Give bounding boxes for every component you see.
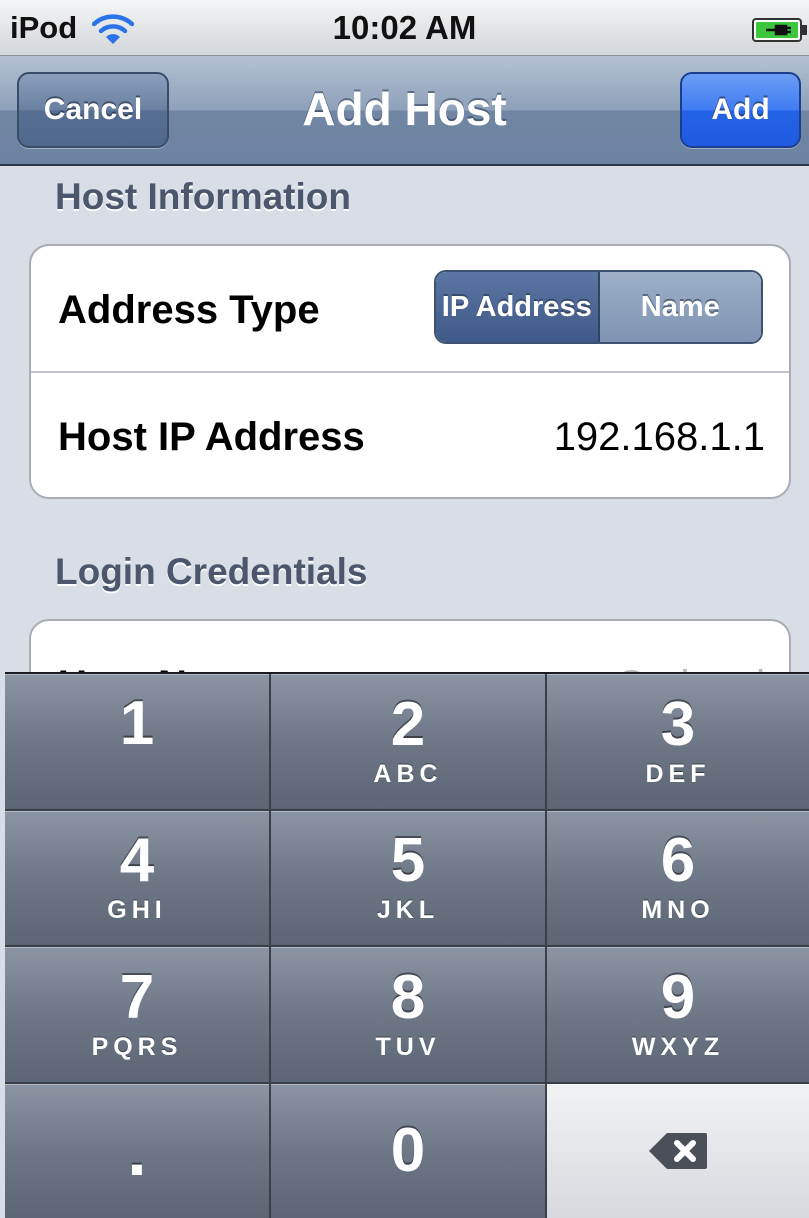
key-letters: TUV — [375, 1032, 441, 1061]
section-header-host-information: Host Information — [55, 176, 351, 217]
status-clock: 10:02 AM — [332, 9, 477, 46]
section-header-login-credentials: Login Credentials — [55, 551, 368, 592]
key-digit: 3 — [660, 689, 696, 759]
host-information-group: Address Type IP Address Name Host IP Add… — [29, 244, 791, 499]
delete-key[interactable] — [547, 1083, 809, 1218]
key-digit: . — [127, 1111, 147, 1190]
backspace-icon — [649, 1132, 707, 1169]
key-digit: 0 — [390, 1115, 426, 1185]
address-type-label: Address Type — [58, 288, 320, 332]
key-digit: 2 — [390, 689, 426, 759]
key-letters: WXYZ — [631, 1032, 725, 1061]
key-9[interactable]: 9 WXYZ — [547, 947, 809, 1084]
key-2[interactable]: 2 ABC — [271, 674, 547, 811]
key-letters: PQRS — [91, 1032, 183, 1061]
key-digit: 1 — [119, 689, 155, 759]
key-4[interactable]: 4 GHI — [5, 810, 271, 947]
key-3[interactable]: 3 DEF — [547, 674, 809, 811]
key-6[interactable]: 6 MNO — [547, 810, 809, 947]
segment-ip-address[interactable]: IP Address — [436, 272, 600, 342]
address-type-segmented-control: IP Address Name — [434, 270, 763, 344]
key-digit: 8 — [390, 962, 426, 1032]
key-8[interactable]: 8 TUV — [271, 947, 547, 1084]
key-digit: 4 — [119, 826, 155, 896]
key-digit: 9 — [660, 962, 696, 1032]
status-bar: iPod 10:02 AM — [0, 0, 809, 56]
host-ip-address-label: Host IP Address — [58, 415, 365, 459]
navigation-bar: Cancel Add Host Add — [0, 56, 809, 166]
key-1[interactable]: 1 — [5, 674, 271, 811]
key-letters: JKL — [376, 896, 440, 925]
add-button[interactable]: Add — [680, 72, 801, 148]
numeric-keypad: 1 2 ABC 3 DEF 4 GHI 5 JKL 6 MNO 7 PQRS 8… — [5, 672, 809, 1218]
key-letters: DEF — [645, 759, 711, 788]
segment-name[interactable]: Name — [599, 272, 761, 342]
key-digit: 7 — [119, 962, 155, 1032]
battery-charging-icon — [752, 18, 807, 42]
address-type-row: Address Type IP Address Name — [31, 246, 789, 371]
key-letters: ABC — [373, 759, 443, 788]
key-0[interactable]: 0 — [271, 1083, 547, 1218]
key-letters: MNO — [641, 896, 715, 925]
key-letters: GHI — [107, 896, 167, 925]
key-7[interactable]: 7 PQRS — [5, 947, 271, 1084]
host-ip-address-row[interactable]: Host IP Address 192.168.1.1 — [31, 371, 789, 496]
key-digit: 5 — [390, 826, 426, 896]
key-5[interactable]: 5 JKL — [271, 810, 547, 947]
host-ip-address-field[interactable]: 192.168.1.1 — [554, 415, 765, 460]
key-dot[interactable]: . — [5, 1083, 271, 1218]
key-digit: 6 — [660, 826, 696, 896]
